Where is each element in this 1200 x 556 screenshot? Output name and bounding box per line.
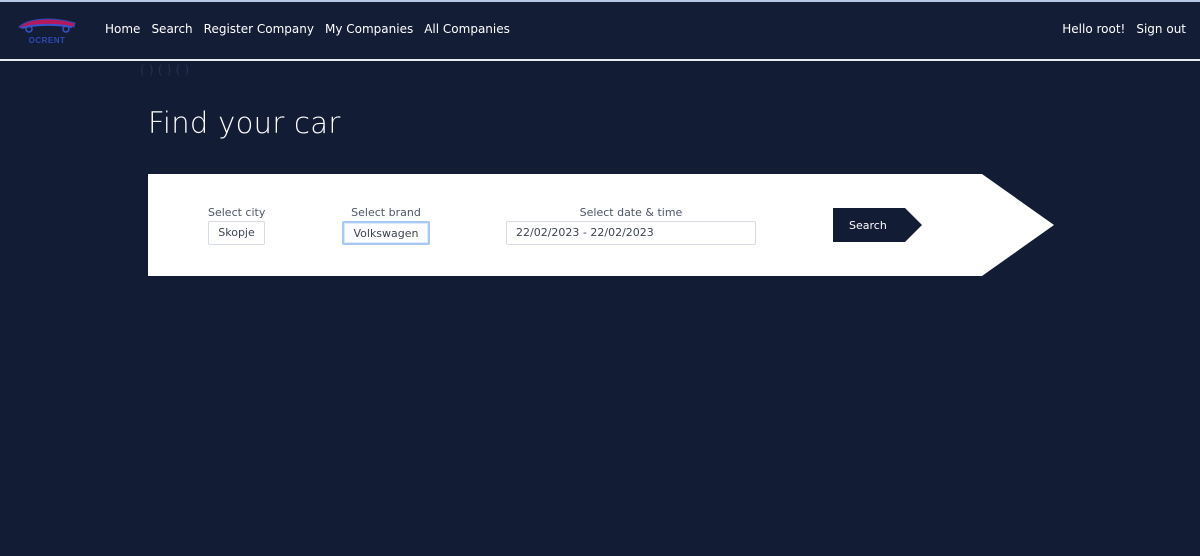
brand-logo[interactable]: OCRENT (14, 11, 80, 51)
user-menu: Hello root! Sign out (1062, 22, 1186, 36)
brand-label: Select brand (351, 206, 421, 219)
car-logo-icon: OCRENT (18, 18, 76, 45)
date-range-label: Select date & time (579, 206, 683, 219)
date-range-field: Select date & time 22/02/2023 - 22/02/20… (506, 206, 756, 245)
brand-field: Select brand Volkswagen (342, 206, 430, 245)
logo-text: OCRENT (29, 36, 66, 45)
faint-background-text: ( ) ( ) ( ) (140, 63, 190, 77)
car-search-panel: Select city Skopje Select brand Volkswag… (148, 174, 1054, 276)
nav-all-companies-link[interactable]: All Companies (424, 22, 510, 36)
nav-register-company-link[interactable]: Register Company (204, 22, 314, 36)
nav-my-companies-link[interactable]: My Companies (325, 22, 413, 36)
user-greeting: Hello root! (1062, 22, 1126, 36)
brand-select[interactable]: Volkswagen (342, 221, 430, 245)
page-title: Find your car (148, 106, 341, 140)
main-navigation: Home Search Register Company My Companie… (105, 22, 510, 36)
city-label: Select city (208, 206, 266, 219)
date-range-input[interactable]: 22/02/2023 - 22/02/2023 (506, 221, 756, 245)
nav-search-link[interactable]: Search (151, 22, 192, 36)
sign-out-link[interactable]: Sign out (1136, 22, 1186, 36)
city-select[interactable]: Skopje (208, 221, 265, 245)
top-navigation-bar: OCRENT Home Search Register Company My C… (0, 0, 1200, 61)
city-field: Select city Skopje (208, 206, 265, 245)
nav-home-link[interactable]: Home (105, 22, 140, 36)
search-button[interactable]: Search (833, 208, 922, 242)
